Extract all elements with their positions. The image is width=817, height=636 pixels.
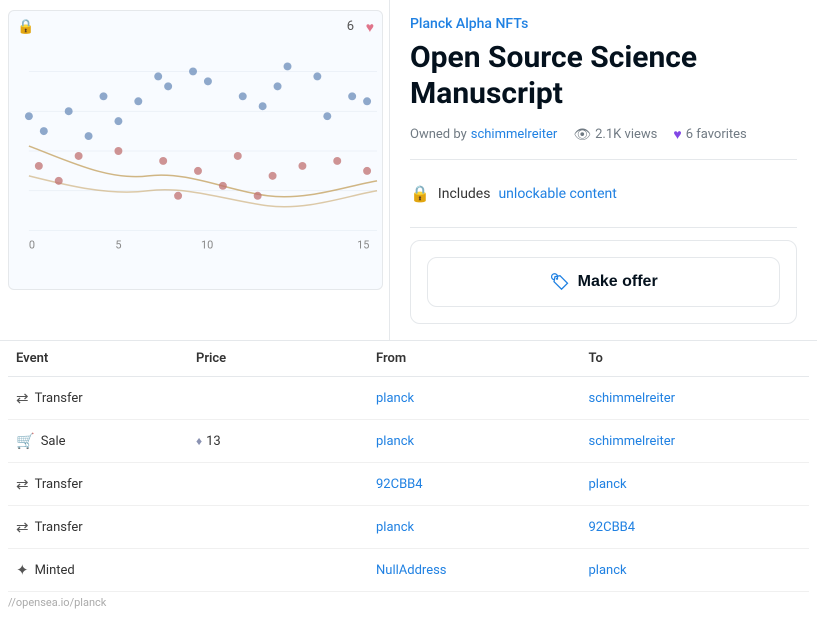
make-offer-section: 🏷 Make offer <box>410 240 797 324</box>
table-row: ✦ Minted NullAddress planck <box>8 549 809 592</box>
page-top: 🔒 6 ♥ <box>0 0 817 340</box>
tag-icon: 🏷 <box>549 272 569 292</box>
table-row: ⇄ Transfer planck schimmelreiter <box>8 377 809 420</box>
transfer-icon-3: ⇄ <box>16 475 29 493</box>
views-block: 👁 2.1K views <box>573 127 657 143</box>
nft-title: Open Source Science Manuscript <box>410 40 797 112</box>
views-count: 2.1K views <box>595 127 657 142</box>
left-panel: 🔒 6 ♥ <box>0 0 390 340</box>
url-hint: //opensea.io/planck <box>0 592 817 613</box>
header-event: Event <box>16 351 196 366</box>
to-link-4[interactable]: 92CBB4 <box>589 520 636 535</box>
divider-2 <box>410 227 797 228</box>
to-cell-5: planck <box>589 563 802 578</box>
right-panel: Planck Alpha NFTs Open Source Science Ma… <box>390 0 817 340</box>
cart-icon: 🛒 <box>16 432 35 450</box>
event-label-3: Transfer <box>35 477 83 492</box>
unlockable-link[interactable]: unlockable content <box>498 186 616 202</box>
event-label-2: Sale <box>41 434 66 449</box>
scatter-chart: 0 5 10 15 <box>9 31 382 271</box>
divider-1 <box>410 159 797 160</box>
meta-row: Owned by schimmelreiter 👁 2.1K views ♥ 6… <box>410 126 797 143</box>
table-row: ⇄ Transfer planck 92CBB4 <box>8 506 809 549</box>
from-cell-4: planck <box>376 520 589 535</box>
chart-area: 🔒 6 ♥ <box>8 10 383 290</box>
to-link-3[interactable]: planck <box>589 477 627 492</box>
table-header: Event Price From To <box>8 341 809 377</box>
page-bottom: Event Price From To ⇄ Transfer planck sc… <box>0 340 817 613</box>
lock-purple-icon: 🔒 <box>410 184 430 203</box>
event-cell-2: 🛒 Sale <box>16 432 196 450</box>
owned-by: Owned by schimmelreiter <box>410 127 557 142</box>
from-cell-3: 92CBB4 <box>376 477 589 492</box>
svg-text:5: 5 <box>115 238 121 251</box>
svg-text:15: 15 <box>357 238 369 251</box>
to-cell-2: schimmelreiter <box>589 434 802 449</box>
event-label-5: Minted <box>35 563 75 578</box>
from-cell-5: NullAddress <box>376 563 589 578</box>
table-row: 🛒 Sale ♦ 13 planck schimmelreiter <box>8 420 809 463</box>
make-offer-button[interactable]: 🏷 Make offer <box>427 257 780 307</box>
transfer-icon-4: ⇄ <box>16 518 29 536</box>
to-cell-3: planck <box>589 477 802 492</box>
favorites-count: 6 favorites <box>686 127 747 142</box>
eye-icon: 👁 <box>573 127 591 143</box>
from-cell-1: planck <box>376 391 589 406</box>
header-to: To <box>589 351 802 366</box>
eth-icon: ♦ <box>196 434 202 448</box>
heart-icon: ♥ <box>673 126 681 143</box>
from-cell-2: planck <box>376 434 589 449</box>
event-label-4: Transfer <box>35 520 83 535</box>
price-value-2: 13 <box>206 434 221 449</box>
unlockable-label: Includes <box>438 186 491 202</box>
sparkle-icon: ✦ <box>16 561 29 579</box>
from-link-5[interactable]: NullAddress <box>376 563 447 578</box>
to-link-2[interactable]: schimmelreiter <box>589 434 676 449</box>
svg-text:10: 10 <box>201 238 213 251</box>
event-cell-5: ✦ Minted <box>16 561 196 579</box>
to-link-5[interactable]: planck <box>589 563 627 578</box>
from-link-1[interactable]: planck <box>376 391 414 406</box>
collection-name[interactable]: Planck Alpha NFTs <box>410 16 797 32</box>
event-cell-4: ⇄ Transfer <box>16 518 196 536</box>
owned-by-label: Owned by <box>410 127 467 142</box>
price-cell-2: ♦ 13 <box>196 434 376 449</box>
event-label-1: Transfer <box>35 391 83 406</box>
svg-text:0: 0 <box>29 238 35 251</box>
to-cell-1: schimmelreiter <box>589 391 802 406</box>
event-cell: ⇄ Transfer <box>16 389 196 407</box>
header-price: Price <box>196 351 376 366</box>
favorites-block: ♥ 6 favorites <box>673 126 746 143</box>
owner-link[interactable]: schimmelreiter <box>471 127 558 142</box>
from-link-2[interactable]: planck <box>376 434 414 449</box>
event-cell-3: ⇄ Transfer <box>16 475 196 493</box>
transfer-icon-1: ⇄ <box>16 389 29 407</box>
make-offer-label: Make offer <box>578 273 658 291</box>
table-row: ⇄ Transfer 92CBB4 planck <box>8 463 809 506</box>
unlockable-row: 🔒 Includes unlockable content <box>410 172 797 215</box>
from-link-4[interactable]: planck <box>376 520 414 535</box>
to-cell-4: 92CBB4 <box>589 520 802 535</box>
header-from: From <box>376 351 589 366</box>
activity-table: Event Price From To ⇄ Transfer planck sc… <box>0 341 817 592</box>
from-link-3[interactable]: 92CBB4 <box>376 477 423 492</box>
to-link-1[interactable]: schimmelreiter <box>589 391 676 406</box>
